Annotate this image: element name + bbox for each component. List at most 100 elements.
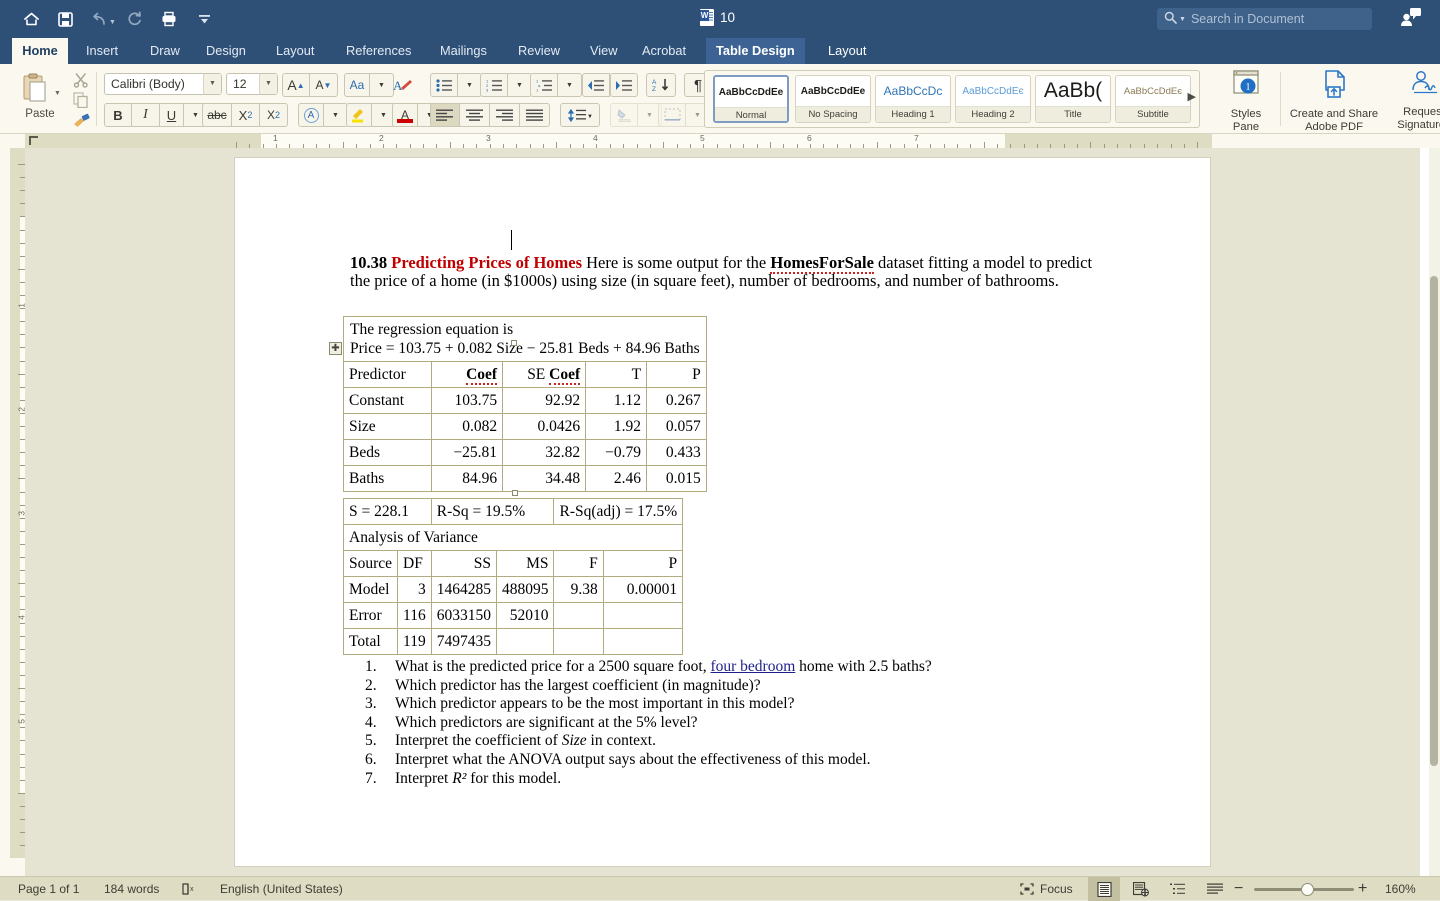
- zoom-in-button[interactable]: +: [1358, 877, 1367, 901]
- search-scope-caret-icon[interactable]: ▼: [1179, 16, 1186, 23]
- table-row-anova-caption[interactable]: Analysis of Variance: [344, 525, 683, 551]
- tab-table-design[interactable]: Table Design: [706, 38, 805, 64]
- italic-button[interactable]: I: [132, 103, 160, 127]
- spelling-check-icon[interactable]: x: [182, 877, 199, 901]
- tab-acrobat[interactable]: Acrobat: [632, 38, 696, 64]
- styles-gallery-more-icon[interactable]: ▶: [1188, 90, 1196, 103]
- multilevel-caret-icon[interactable]: ▼: [558, 73, 582, 97]
- word-count[interactable]: 184 words: [104, 877, 159, 901]
- paste-dropdown-caret-icon[interactable]: ▼: [54, 90, 61, 97]
- font-color-button[interactable]: A: [392, 103, 418, 127]
- style-subtitle[interactable]: AaBbCcDdEє Subtitle: [1115, 75, 1191, 123]
- customize-qat-icon[interactable]: [192, 7, 218, 31]
- text-effects-button[interactable]: A: [298, 103, 324, 127]
- vertical-ruler-track[interactable]: 1 2 3 4 5: [10, 148, 25, 858]
- tab-home[interactable]: Home: [12, 38, 68, 64]
- table-row[interactable]: Model 3 1464285 488095 9.38 0.00001: [344, 577, 683, 603]
- style-title[interactable]: AaBb( Title: [1035, 75, 1111, 123]
- language-indicator[interactable]: English (United States): [220, 877, 343, 901]
- bullets-button[interactable]: [430, 73, 458, 97]
- change-case-button[interactable]: Aa: [344, 73, 370, 97]
- copy-icon[interactable]: [70, 90, 92, 110]
- style-normal[interactable]: AaBbCcDdEe Normal: [713, 75, 789, 123]
- redo-icon[interactable]: [122, 7, 148, 31]
- table-resize-handle-anova[interactable]: [512, 490, 518, 496]
- style-heading-1[interactable]: AaBbCcDc Heading 1: [875, 75, 951, 123]
- style-no-spacing[interactable]: AaBbCcDdEe No Spacing: [795, 75, 871, 123]
- table-move-handle[interactable]: ✚: [329, 342, 342, 355]
- zoom-level-label[interactable]: 160%: [1385, 877, 1416, 901]
- regression-output-table[interactable]: The regression equation is Price = 103.7…: [343, 316, 707, 492]
- grow-font-button[interactable]: A▲: [282, 73, 310, 97]
- table-row[interactable]: Beds −25.81 32.82 −0.79 0.433: [344, 440, 707, 466]
- create-share-pdf-button[interactable]: Create and Share Adobe PDF: [1286, 70, 1382, 133]
- page-indicator[interactable]: Page 1 of 1: [18, 877, 79, 901]
- table-row[interactable]: Error 116 6033150 52010: [344, 603, 683, 629]
- shrink-font-button[interactable]: A▼: [310, 73, 338, 97]
- styles-pane-button[interactable]: 1 Styles Pane: [1220, 70, 1272, 133]
- ruler-track[interactable]: 1 2 3 4 5 6 7: [25, 134, 1212, 148]
- tab-draw[interactable]: Draw: [140, 38, 190, 64]
- shading-button[interactable]: [610, 103, 638, 127]
- cut-icon[interactable]: [70, 70, 92, 90]
- undo-dropdown-caret-icon[interactable]: ▼: [109, 19, 116, 26]
- chevron-down-icon[interactable]: ▼: [203, 74, 221, 94]
- highlight-color-button[interactable]: [346, 103, 372, 127]
- justify-button[interactable]: [520, 103, 550, 127]
- multilevel-list-button[interactable]: 1a1: [530, 73, 558, 97]
- zoom-slider-thumb[interactable]: [1301, 883, 1314, 896]
- font-size-select[interactable]: 12 ▼: [226, 73, 278, 95]
- web-layout-view-button[interactable]: [1125, 877, 1157, 901]
- table-row[interactable]: Baths 84.96 34.48 2.46 0.015: [344, 466, 707, 492]
- sort-button[interactable]: AZ: [646, 73, 676, 97]
- outline-view-button[interactable]: [1162, 877, 1194, 901]
- question-list[interactable]: 1. What is the predicted price for a 250…: [365, 658, 1065, 788]
- tab-design[interactable]: Design: [196, 38, 256, 64]
- text-effects-caret-icon[interactable]: ▼: [324, 103, 348, 127]
- document-content[interactable]: 10.38 Predicting Prices of Homes Here is…: [350, 254, 1110, 294]
- align-left-button[interactable]: [430, 103, 460, 127]
- borders-button[interactable]: [658, 103, 686, 127]
- tab-insert[interactable]: Insert: [76, 38, 128, 64]
- underline-button[interactable]: U: [160, 103, 184, 127]
- document-page[interactable]: 10.38 Predicting Prices of Homes Here is…: [235, 158, 1210, 866]
- focus-mode-button[interactable]: Focus: [1020, 877, 1073, 901]
- table-row-caption[interactable]: The regression equation is Price = 103.7…: [344, 317, 707, 362]
- home-icon[interactable]: [18, 7, 44, 31]
- anova-output-table[interactable]: S = 228.1 R-Sq = 19.5% R-Sq(adj) = 17.5%…: [343, 498, 683, 655]
- style-heading-2[interactable]: AaBbCcDdEє Heading 2: [955, 75, 1031, 123]
- print-icon[interactable]: [156, 7, 182, 31]
- numbering-button[interactable]: 123: [480, 73, 508, 97]
- strikethrough-button[interactable]: abc: [202, 103, 232, 127]
- format-painter-icon[interactable]: [70, 110, 92, 130]
- comments-icon[interactable]: [1400, 6, 1422, 33]
- table-row-header[interactable]: Source DF SS MS F P: [344, 551, 683, 577]
- save-icon[interactable]: [52, 7, 78, 31]
- vertical-ruler[interactable]: 1 2 3 4 5: [0, 148, 25, 876]
- tab-view[interactable]: View: [580, 38, 628, 64]
- scrollbar-thumb[interactable]: [1430, 276, 1438, 766]
- tab-references[interactable]: References: [336, 38, 421, 64]
- table-row[interactable]: Constant 103.75 92.92 1.12 0.267: [344, 388, 707, 414]
- print-layout-view-button[interactable]: [1088, 877, 1120, 901]
- font-family-select[interactable]: Calibri (Body) ▼: [104, 73, 222, 95]
- tab-stop-marker[interactable]: [29, 136, 38, 145]
- bullets-caret-icon[interactable]: ▼: [458, 73, 482, 97]
- table-row[interactable]: Total 119 7497435: [344, 629, 683, 655]
- search-input[interactable]: ▼ Search in Document: [1157, 8, 1372, 30]
- clear-formatting-button[interactable]: A: [390, 73, 416, 97]
- table-row[interactable]: Size 0.082 0.0426 1.92 0.057: [344, 414, 707, 440]
- table-resize-handle[interactable]: [511, 340, 517, 346]
- vertical-scrollbar[interactable]: [1429, 148, 1440, 876]
- decrease-indent-button[interactable]: [582, 73, 610, 97]
- request-signatures-button[interactable]: Request Signatures: [1384, 70, 1440, 131]
- align-right-button[interactable]: [490, 103, 520, 127]
- bold-button[interactable]: B: [104, 103, 132, 127]
- tab-review[interactable]: Review: [508, 38, 570, 64]
- zoom-out-button[interactable]: −: [1234, 877, 1243, 901]
- chevron-down-icon[interactable]: ▼: [259, 74, 277, 94]
- table-row-header[interactable]: Predictor Coef SE Coef T P: [344, 362, 707, 388]
- tab-table-layout[interactable]: Layout: [818, 38, 876, 64]
- tab-mailings[interactable]: Mailings: [430, 38, 497, 64]
- tab-layout[interactable]: Layout: [266, 38, 324, 64]
